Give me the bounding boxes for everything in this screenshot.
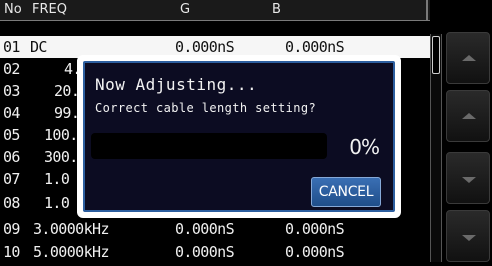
row-g: 0.000nS [175, 243, 235, 261]
adjusting-dialog: Now Adjusting... Correct cable length se… [77, 55, 401, 218]
row-freq: 100. [44, 126, 78, 144]
progress-percentage: 0% [349, 135, 380, 159]
table-row[interactable]: 10 5.0000kHz 0.000nS 0.000nS [0, 241, 430, 263]
dialog-title: Now Adjusting... [95, 75, 258, 94]
scroll-down-button[interactable] [446, 210, 490, 262]
row-freq: 1.0 [44, 170, 70, 188]
row-no: 01 [3, 38, 20, 56]
chevron-down-icon [462, 235, 476, 241]
header-b: B [272, 2, 281, 17]
scrollbar-thumb[interactable] [432, 36, 440, 74]
row-no: 09 [3, 220, 20, 238]
side-button-panel [446, 32, 490, 264]
header-no: No [4, 2, 22, 17]
progress-bar [91, 133, 327, 159]
row-b: 0.000nS [285, 220, 345, 238]
row-b: 0.000nS [285, 38, 345, 56]
page-down-button[interactable] [446, 152, 490, 204]
header-freq: FREQ [32, 2, 67, 17]
row-g: 0.000nS [175, 220, 235, 238]
header-divider [426, 0, 428, 20]
row-freq: 300. [44, 148, 78, 166]
instrument-screen: No FREQ G B 01 DC 0.000nS 0.000nS 02 4. … [0, 0, 492, 266]
row-freq: 1.0 [44, 194, 70, 212]
row-freq: 5.0000kHz [33, 243, 109, 261]
chevron-down-icon [462, 177, 476, 183]
row-freq: DC [30, 38, 47, 56]
row-freq: 3.0000kHz [33, 220, 109, 238]
row-freq: 20. [54, 82, 80, 100]
row-no: 04 [3, 104, 20, 122]
row-no: 03 [3, 82, 20, 100]
row-no: 02 [3, 60, 20, 78]
table-header: No FREQ G B [0, 0, 430, 21]
chevron-up-icon [462, 113, 476, 119]
row-no: 08 [3, 194, 20, 212]
page-up-button[interactable] [446, 90, 490, 142]
row-no: 05 [3, 126, 20, 144]
dialog-body: Now Adjusting... Correct cable length se… [83, 61, 395, 212]
cancel-button[interactable]: CANCEL [311, 177, 381, 207]
row-no: 10 [3, 243, 20, 261]
chevron-up-icon [462, 55, 476, 61]
row-b: 0.000nS [285, 243, 345, 261]
table-row[interactable]: 09 3.0000kHz 0.000nS 0.000nS [0, 218, 430, 240]
row-g: 0.000nS [175, 38, 235, 56]
scroll-up-button[interactable] [446, 32, 490, 84]
table-scrollbar[interactable] [430, 34, 442, 262]
row-no: 07 [3, 170, 20, 188]
dialog-message: Correct cable length setting? [95, 101, 317, 115]
row-freq: 99. [54, 104, 80, 122]
header-g: G [180, 2, 191, 17]
row-no: 06 [3, 148, 20, 166]
